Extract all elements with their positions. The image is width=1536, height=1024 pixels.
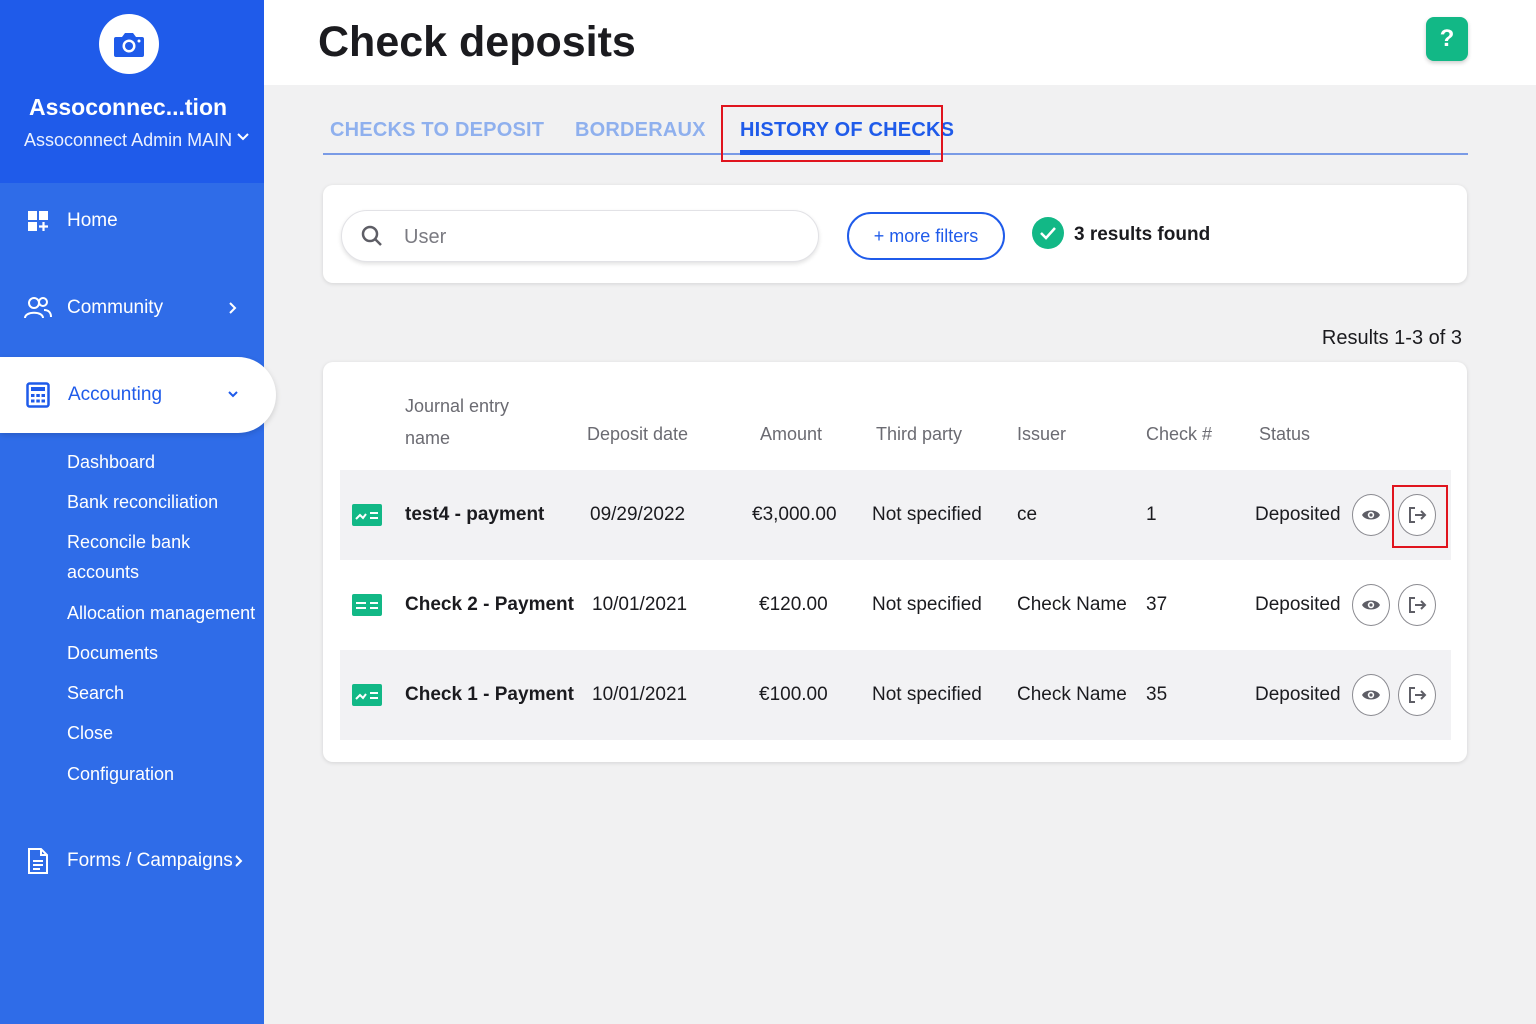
org-header: Assoconnec...tion Assoconnect Admin MAIN	[0, 0, 264, 183]
issuer: ce	[1017, 504, 1038, 525]
check-document-icon	[352, 594, 382, 616]
tab-checks-to-deposit[interactable]: CHECKS TO DEPOSIT	[330, 119, 544, 142]
help-button[interactable]: ?	[1426, 17, 1468, 61]
column-header-journal-entry: Journal entry	[405, 396, 510, 416]
page-title: Check deposits	[318, 18, 636, 66]
export-button[interactable]	[1398, 674, 1436, 716]
org-name: Assoconnec...tion	[28, 94, 228, 120]
deposit-date: 09/29/2022	[590, 504, 686, 525]
home-grid-icon	[24, 207, 52, 235]
check-number: 35	[1146, 684, 1168, 705]
status: Deposited	[1255, 504, 1341, 525]
check-circle-icon	[1032, 217, 1064, 249]
org-switcher-label[interactable]: Assoconnect Admin MAIN	[24, 130, 232, 151]
eye-icon	[1362, 690, 1380, 700]
column-header-issuer: Issuer	[1017, 424, 1067, 444]
camera-icon	[114, 33, 144, 57]
document-icon	[24, 847, 52, 875]
issuer: Check Name	[1017, 594, 1127, 615]
check-number: 1	[1146, 504, 1157, 525]
sidebar-item-label: Community	[67, 297, 164, 318]
calculator-icon	[24, 381, 52, 409]
chevron-down-icon[interactable]	[236, 132, 250, 142]
view-button[interactable]	[1352, 584, 1390, 626]
column-header-third-party: Third party	[876, 424, 963, 444]
third-party: Not specified	[872, 504, 982, 525]
sidebar-item-label: Home	[67, 210, 118, 231]
sidebar-item-accounting[interactable]: Accounting	[0, 357, 276, 433]
column-header-deposit-date: Deposit date	[587, 424, 689, 444]
sidebar-subitem-allocation-management[interactable]: Allocation management	[67, 598, 255, 628]
journal-entry-name: Check 1 - Payment	[405, 684, 574, 705]
sidebar-item-home[interactable]: Home	[0, 193, 264, 249]
sidebar-subitem-bank-reconciliation[interactable]: Bank reconciliation	[67, 487, 218, 517]
column-header-check-number: Check #	[1146, 424, 1213, 444]
check-document-icon	[352, 504, 382, 526]
org-logo[interactable]	[99, 14, 159, 74]
highlight-box-tab	[721, 105, 943, 162]
amount: €3,000.00	[752, 504, 837, 525]
chevron-right-icon	[229, 302, 237, 314]
export-arrow-icon	[1409, 597, 1427, 613]
sidebar-item-label: Forms / Campaigns	[67, 850, 233, 871]
results-count: Results 1-3 of 3	[1321, 327, 1462, 349]
sidebar-subitem-dashboard[interactable]: Dashboard	[67, 447, 155, 477]
eye-icon	[1362, 510, 1380, 520]
check-number: 37	[1146, 594, 1168, 615]
journal-entry-name: Check 2 - Payment	[405, 594, 574, 615]
column-header-amount: Amount	[760, 424, 823, 444]
sidebar-subitem-documents[interactable]: Documents	[67, 638, 158, 668]
table-row[interactable]: Check 2 - Payment 10/01/2021 €120.00 Not…	[340, 560, 1451, 650]
search-input[interactable]	[404, 221, 794, 253]
journal-entry-name: test4 - payment	[405, 504, 545, 525]
export-button[interactable]	[1398, 584, 1436, 626]
tab-borderaux[interactable]: BORDERAUX	[575, 119, 706, 142]
sidebar-item-community[interactable]: Community	[0, 280, 264, 336]
sidebar-subitem-reconcile-bank-accounts-line2[interactable]: accounts	[67, 557, 139, 587]
checks-table: Journal entry name Deposit date Amount T…	[323, 362, 1467, 762]
sidebar: Assoconnec...tion Assoconnect Admin MAIN…	[0, 0, 276, 1024]
third-party: Not specified	[872, 684, 982, 705]
export-arrow-icon	[1409, 687, 1427, 703]
check-document-icon	[352, 684, 382, 706]
amount: €100.00	[759, 684, 828, 705]
sidebar-subitem-configuration[interactable]: Configuration	[67, 759, 174, 789]
sidebar-subitem-reconcile-bank-accounts[interactable]: Reconcile bank	[67, 527, 190, 557]
results-found-text: 3 results found	[1074, 224, 1211, 245]
search-box[interactable]	[341, 210, 819, 262]
chevron-down-icon	[228, 391, 238, 398]
deposit-date: 10/01/2021	[592, 594, 688, 615]
sidebar-subitem-close[interactable]: Close	[67, 718, 113, 748]
filter-bar: + more filters 3 results found	[323, 185, 1467, 283]
status: Deposited	[1255, 594, 1341, 615]
eye-icon	[1362, 600, 1380, 610]
amount: €120.00	[759, 594, 828, 615]
search-icon	[361, 225, 382, 246]
highlight-box-export	[1392, 485, 1448, 548]
table-row[interactable]: Check 1 - Payment 10/01/2021 €100.00 Not…	[340, 650, 1451, 740]
view-button[interactable]	[1352, 674, 1390, 716]
more-filters-button[interactable]: + more filters	[847, 212, 1005, 260]
community-icon	[24, 294, 52, 322]
column-header-status: Status	[1259, 424, 1311, 444]
page-header: Check deposits ?	[264, 0, 1536, 85]
sidebar-subitem-search[interactable]: Search	[67, 678, 124, 708]
column-header-journal-entry-line2: name	[405, 428, 451, 448]
view-button[interactable]	[1352, 494, 1390, 536]
sidebar-item-forms-campaigns[interactable]: Forms / Campaigns	[0, 833, 264, 889]
sidebar-item-label: Accounting	[68, 384, 163, 405]
deposit-date: 10/01/2021	[592, 684, 688, 705]
third-party: Not specified	[872, 594, 982, 615]
table-row[interactable]: test4 - payment 09/29/2022 €3,000.00 Not…	[340, 470, 1451, 560]
chevron-right-icon	[235, 855, 243, 867]
status: Deposited	[1255, 684, 1341, 705]
issuer: Check Name	[1017, 684, 1127, 705]
